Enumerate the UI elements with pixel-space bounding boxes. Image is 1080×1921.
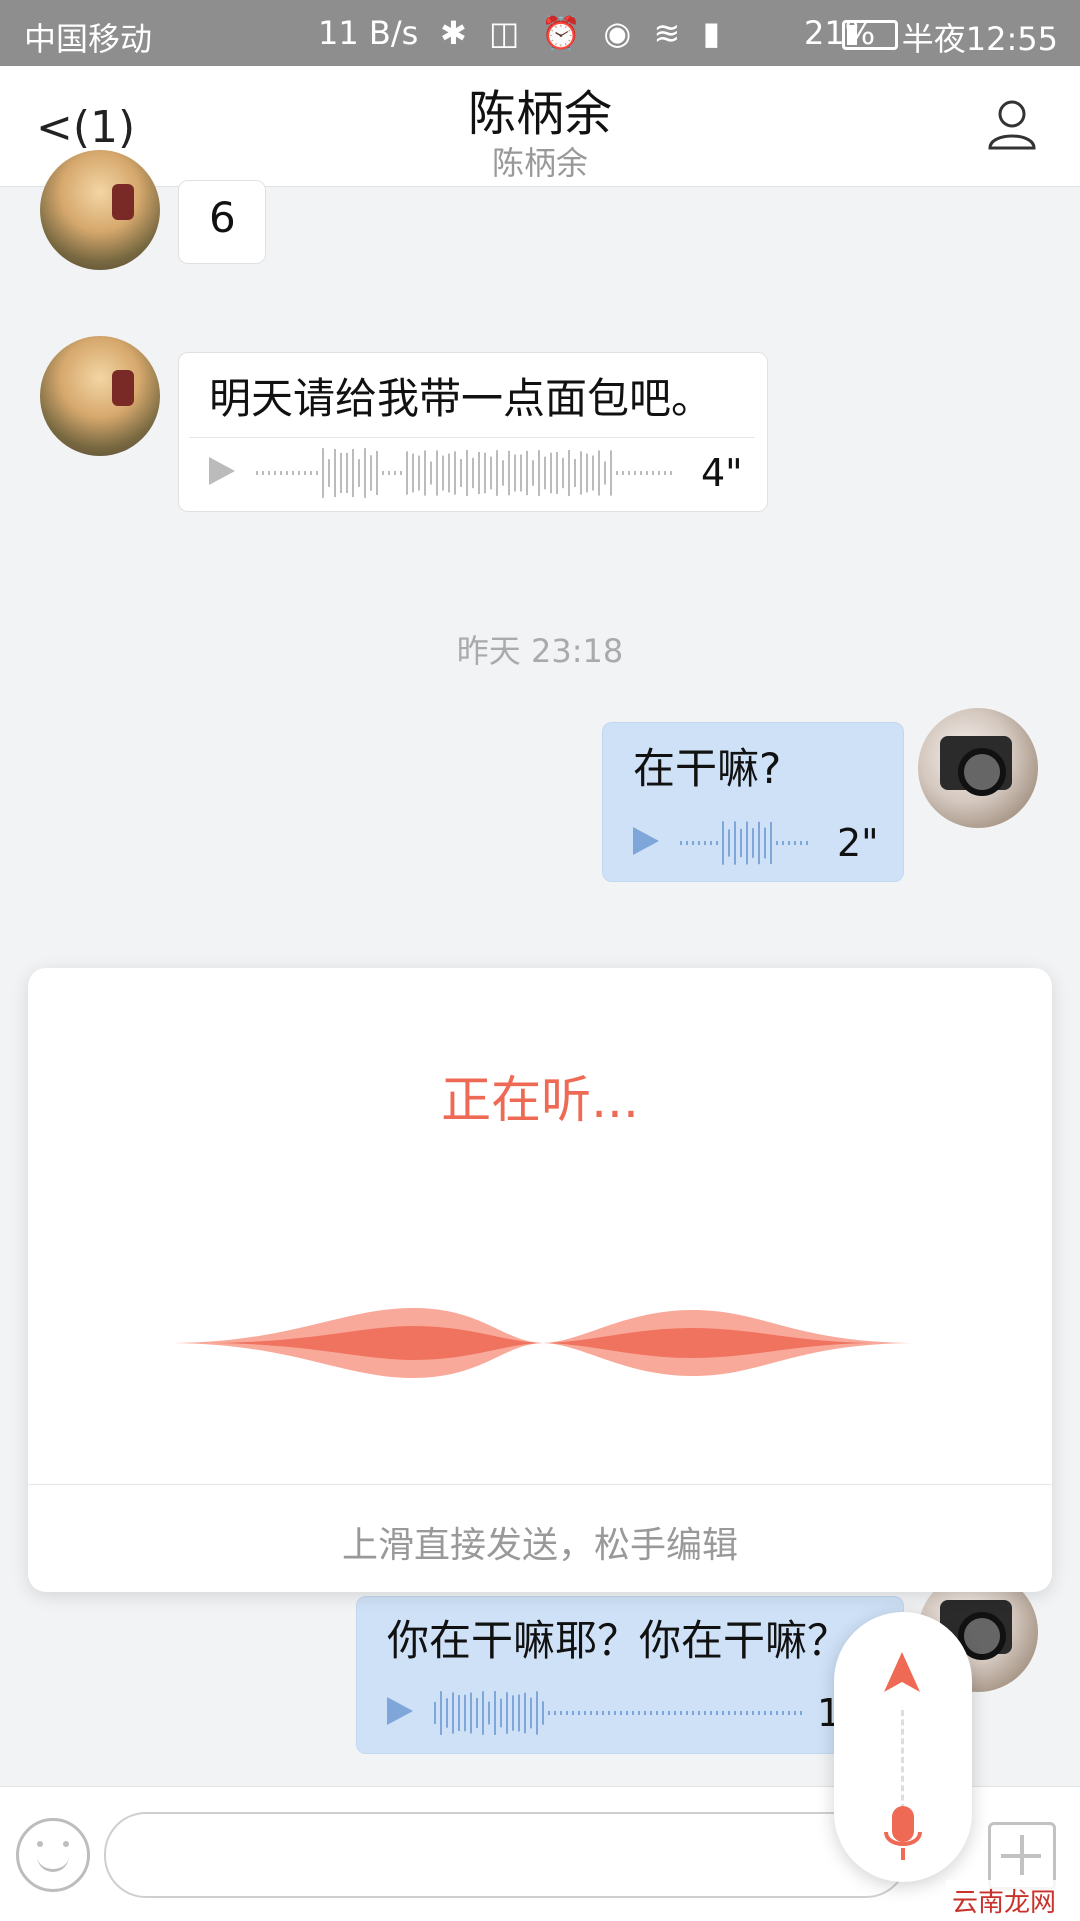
voice-waveform — [680, 821, 808, 865]
status-bar: 中国移动 11 B/s ✱ ◫ ⏰ ◉ ≋ ▮ 21% 半夜12:55 — [0, 0, 1080, 66]
message-text: 6 — [209, 193, 236, 242]
voice-duration: 2" — [837, 821, 879, 865]
voice-input-panel: 正在听... 上滑直接发送，松手编辑 — [28, 968, 1052, 1592]
message-text: 在干嘛? — [633, 744, 782, 793]
carrier-name: 中国移动 — [24, 20, 153, 58]
message-bubble[interactable]: 明天请给我带一点面包吧。 4" — [178, 352, 768, 512]
listening-status: 正在听... — [441, 1071, 639, 1129]
avatar[interactable] — [40, 150, 160, 270]
watermark: 云南龙网 — [946, 1880, 1063, 1921]
message-bubble[interactable]: 在干嘛? 2" — [602, 722, 904, 882]
network-speed: 11 B/s — [318, 14, 419, 52]
message-bubble[interactable]: 你在干嘛耶？你在干嘛？ 1 — [356, 1596, 904, 1754]
panel-divider — [28, 1484, 1052, 1485]
avatar[interactable] — [40, 336, 160, 456]
avatar[interactable] — [918, 708, 1038, 828]
voice-waveform — [434, 1691, 802, 1735]
emoji-icon[interactable] — [16, 1818, 90, 1892]
send-arrow-icon[interactable] — [882, 1650, 922, 1700]
message-text: 明天请给我带一点面包吧。 — [209, 374, 714, 423]
recording-waveform — [173, 1308, 913, 1378]
bubble-divider — [189, 437, 755, 438]
runner-figure — [112, 370, 134, 406]
clock: 半夜12:55 — [901, 20, 1058, 58]
chat-header: <(1) 陈柄余 陈柄余 — [0, 66, 1080, 187]
message-input[interactable] — [104, 1812, 908, 1898]
play-icon[interactable] — [633, 827, 659, 855]
runner-figure — [112, 184, 134, 220]
voice-send-control[interactable] — [834, 1612, 972, 1882]
message-bubble[interactable]: 6 — [178, 180, 266, 264]
page-title: 陈柄余 — [467, 86, 612, 142]
play-icon[interactable] — [209, 457, 235, 485]
message-text: 你在干嘛耶？你在干嘛？ — [387, 1616, 850, 1665]
status-icons: ✱ ◫ ⏰ ◉ ≋ ▮ — [440, 14, 727, 52]
panel-hint: 上滑直接发送，松手编辑 — [341, 1525, 738, 1566]
voice-waveform — [256, 448, 672, 498]
timestamp: 昨天 23:18 — [456, 632, 624, 670]
microphone-icon[interactable] — [882, 1804, 924, 1864]
camera-lens — [958, 748, 1006, 796]
voice-duration: 4" — [701, 451, 743, 495]
slide-guide-line — [901, 1710, 904, 1810]
battery-icon — [842, 20, 898, 50]
play-icon[interactable] — [387, 1697, 413, 1725]
page-subtitle: 陈柄余 — [491, 144, 588, 182]
person-icon[interactable] — [984, 96, 1040, 152]
